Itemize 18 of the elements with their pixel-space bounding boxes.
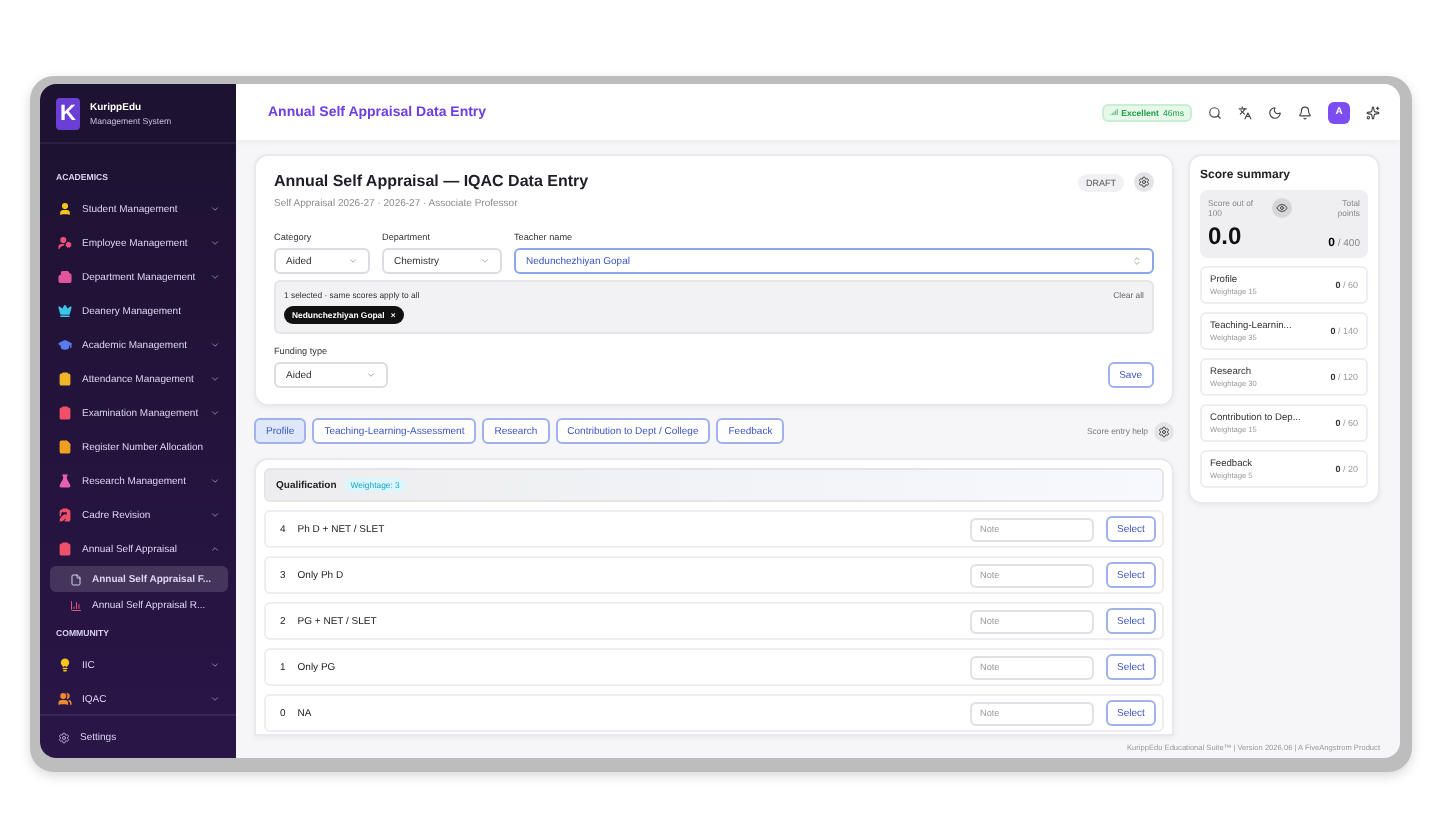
document-icon: [70, 573, 82, 585]
settings-icon[interactable]: [1154, 421, 1174, 441]
form-title: Annual Self Appraisal — IQAC Data Entry: [274, 172, 589, 190]
up-down-icon: [1132, 256, 1142, 266]
settings-icon[interactable]: [1134, 172, 1154, 192]
bell-icon[interactable]: [1298, 105, 1312, 119]
moon-icon[interactable]: [1268, 105, 1282, 119]
chevron-down-icon: [366, 370, 376, 380]
settings-icon: [58, 731, 70, 743]
chevron-down-icon: [480, 256, 490, 266]
chart-icon: [70, 599, 82, 611]
chevron-down-icon: [348, 256, 358, 266]
logo: K: [56, 97, 80, 129]
score-value: 0.0: [1208, 222, 1244, 250]
translate-icon[interactable]: [1238, 105, 1252, 119]
sparkle-icon[interactable]: [1366, 105, 1380, 119]
eye-icon[interactable]: [1272, 198, 1292, 218]
search-icon[interactable]: [1208, 105, 1222, 119]
